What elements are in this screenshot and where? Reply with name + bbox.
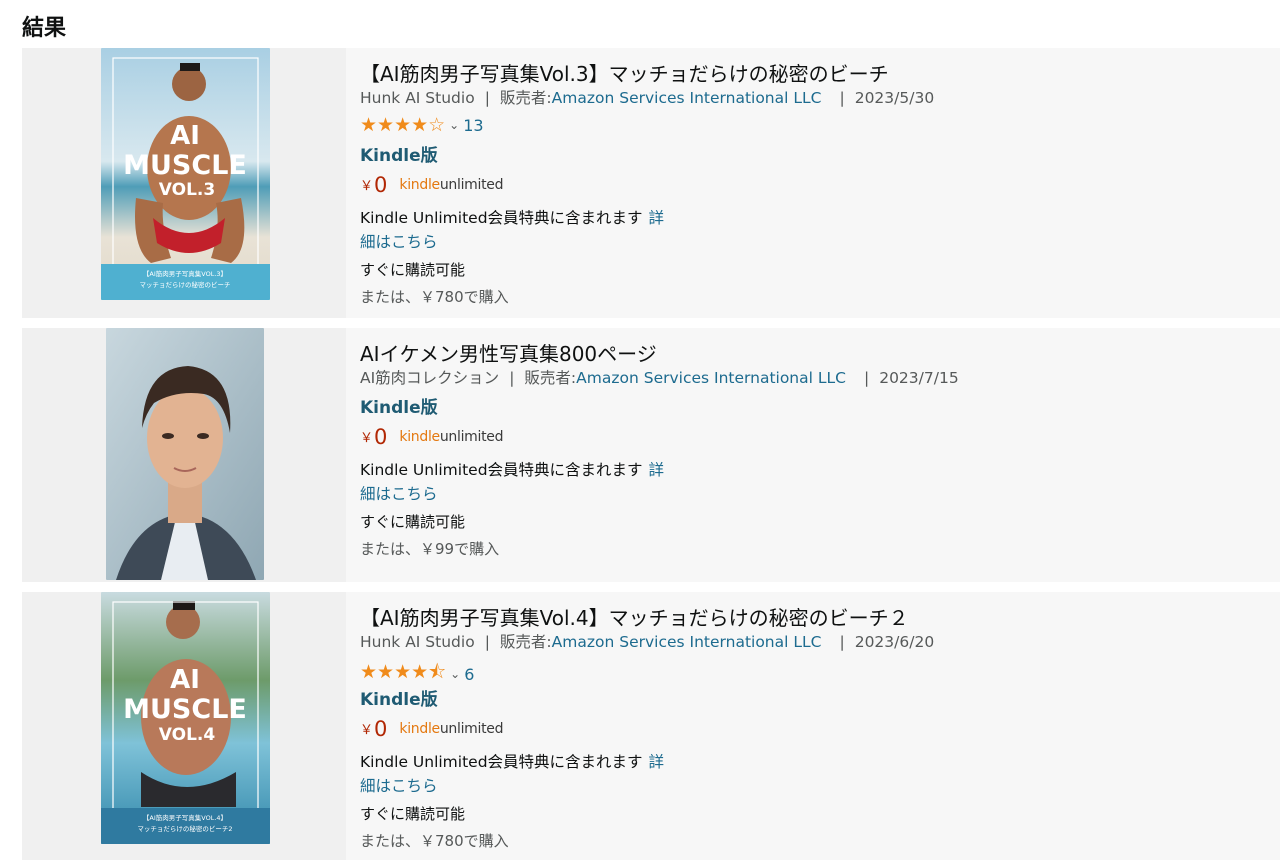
- price-value[interactable]: 0: [374, 173, 387, 197]
- details-link[interactable]: 詳: [649, 209, 665, 227]
- ku-membership-text: Kindle Unlimited会員特典に含まれます詳: [360, 753, 665, 771]
- author-link[interactable]: AI筋肉コレクション: [360, 369, 499, 387]
- details-link[interactable]: 詳: [649, 753, 665, 771]
- currency-symbol: ￥: [360, 431, 374, 446]
- result-title-link[interactable]: 【AI筋肉男子写真集Vol.3】マッチョだらけの秘密のビーチ: [360, 58, 889, 87]
- result-title-link[interactable]: AIイケメン男性写真集800ページ: [360, 338, 657, 367]
- result-image-area: AI MUSCLE VOL.4 【AI筋肉男子写真集VOL.4】 マッチョだらけ…: [22, 592, 346, 860]
- alt-buy-link[interactable]: または、￥780で購入: [360, 830, 509, 851]
- ku-membership-text: Kindle Unlimited会員特典に含まれます詳: [360, 461, 665, 479]
- chevron-down-icon[interactable]: ⌄: [449, 118, 459, 132]
- price-row: ￥0 kindleunlimited: [360, 173, 504, 197]
- seller-prefix: 販売者:: [499, 89, 552, 107]
- book-cover-image[interactable]: AI MUSCLE VOL.4 【AI筋肉男子写真集VOL.4】 マッチョだらけ…: [101, 592, 270, 844]
- price-value[interactable]: 0: [374, 717, 387, 741]
- currency-symbol: ￥: [360, 723, 374, 738]
- kindle-unlimited-logo: kindleunlimited: [399, 429, 504, 445]
- author-name: Hunk AI Studio: [360, 633, 475, 651]
- seller-link[interactable]: Amazon Services International LLC: [552, 633, 822, 651]
- result-image-area: [22, 328, 346, 582]
- result-byline: Hunk AI Studio | 販売者:Amazon Services Inter…: [360, 633, 935, 651]
- star-rating-icon[interactable]: ★★★★☆: [360, 114, 445, 136]
- result-item: AI MUSCLE VOL.3 【AI筋肉男子写真集VOL.3】 マッチョだらけ…: [22, 48, 1280, 318]
- result-info: 【AI筋肉男子写真集Vol.4】マッチョだらけの秘密のビーチ２ Hunk AI …: [360, 592, 1280, 860]
- cover-vol: VOL.4: [159, 725, 216, 745]
- availability-text: すぐに購読可能: [360, 805, 466, 823]
- cover-title-ai: AI: [170, 665, 200, 695]
- seller-link[interactable]: Amazon Services International LLC: [576, 369, 846, 387]
- result-info: 【AI筋肉男子写真集Vol.3】マッチョだらけの秘密のビーチ Hunk AI S…: [360, 48, 1280, 318]
- search-results-page: 結果 AI MUSCLE VOL.3 【AI筋肉男子写真集VOL.3】 マッチョ…: [0, 0, 1280, 860]
- seller-link[interactable]: Amazon Services International LLC: [552, 89, 822, 107]
- cover-band-line2: マッチョだらけの秘密のビーチ2: [137, 824, 232, 833]
- alt-buy-link[interactable]: または、￥99で購入: [360, 538, 499, 559]
- results-heading: 結果: [22, 16, 67, 41]
- cover-band-line2: マッチョだらけの秘密のビーチ: [140, 280, 231, 289]
- author-name: Hunk AI Studio: [360, 89, 475, 107]
- result-title-link[interactable]: 【AI筋肉男子写真集Vol.4】マッチョだらけの秘密のビーチ２: [360, 602, 909, 631]
- cover-band-line1: 【AI筋肉男子写真集VOL.4】: [143, 813, 227, 822]
- availability-text: すぐに購読可能: [360, 513, 466, 531]
- price-row: ￥0 kindleunlimited: [360, 425, 504, 449]
- result-item: AI MUSCLE VOL.4 【AI筋肉男子写真集VOL.4】 マッチョだらけ…: [22, 592, 1280, 860]
- result-info: AIイケメン男性写真集800ページ AI筋肉コレクション | 販売者:Amazon …: [360, 328, 1280, 582]
- alt-buy-link[interactable]: または、￥780で購入: [360, 286, 509, 307]
- rating-row: ★★★★☆ ⌄ 13: [360, 114, 484, 136]
- kindle-unlimited-logo: kindleunlimited: [399, 721, 504, 737]
- chevron-down-icon[interactable]: ⌄: [450, 667, 460, 681]
- price-row: ￥0 kindleunlimited: [360, 717, 504, 741]
- result-byline: AI筋肉コレクション | 販売者:Amazon Services Internati…: [360, 369, 959, 387]
- details-link-cont[interactable]: 細はこちら: [360, 774, 438, 796]
- rating-row: ★★★★⯪ ⌄ 6: [360, 658, 474, 684]
- cover-title-ai: AI: [170, 121, 200, 151]
- details-link-cont[interactable]: 細はこちら: [360, 230, 438, 252]
- format-link[interactable]: Kindle版: [360, 393, 438, 418]
- details-link-cont[interactable]: 細はこちら: [360, 482, 438, 504]
- seller-prefix: 販売者:: [499, 633, 552, 651]
- result-byline: Hunk AI Studio | 販売者:Amazon Services Inter…: [360, 89, 935, 107]
- availability-text: すぐに購読可能: [360, 261, 466, 279]
- result-item: AIイケメン男性写真集800ページ AI筋肉コレクション | 販売者:Amazon …: [22, 328, 1280, 582]
- format-link[interactable]: Kindle版: [360, 141, 438, 166]
- book-cover-image[interactable]: [106, 328, 264, 580]
- details-link[interactable]: 詳: [649, 461, 665, 479]
- kindle-unlimited-logo: kindleunlimited: [399, 177, 504, 193]
- ku-membership-text: Kindle Unlimited会員特典に含まれます詳: [360, 209, 665, 227]
- format-link[interactable]: Kindle版: [360, 685, 438, 710]
- seller-prefix: 販売者:: [524, 369, 577, 387]
- currency-symbol: ￥: [360, 179, 374, 194]
- cover-vol: VOL.3: [159, 180, 215, 200]
- cover-band-line1: 【AI筋肉男子写真集VOL.3】: [143, 269, 227, 278]
- review-count-link[interactable]: 13: [463, 116, 483, 135]
- result-image-area: AI MUSCLE VOL.3 【AI筋肉男子写真集VOL.3】 マッチョだらけ…: [22, 48, 346, 318]
- publish-date: 2023/6/20: [854, 633, 935, 651]
- publish-date: 2023/5/30: [854, 89, 935, 107]
- cover-title-muscle: MUSCLE: [123, 150, 247, 181]
- review-count-link[interactable]: 6: [464, 665, 474, 684]
- publish-date: 2023/7/15: [879, 369, 959, 387]
- price-value[interactable]: 0: [374, 425, 387, 449]
- cover-title-muscle: MUSCLE: [123, 694, 247, 725]
- book-cover-image[interactable]: AI MUSCLE VOL.3 【AI筋肉男子写真集VOL.3】 マッチョだらけ…: [101, 48, 270, 300]
